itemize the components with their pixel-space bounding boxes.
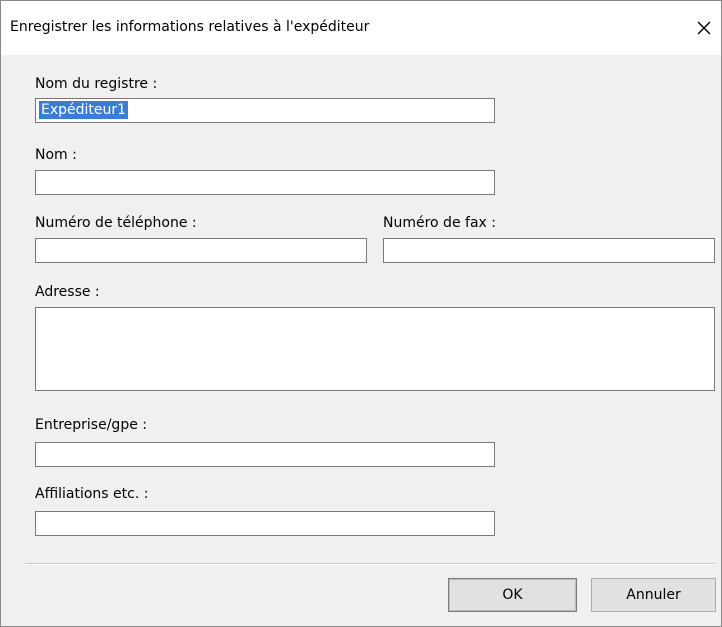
registry-name-input[interactable]: Expéditeur1 [35, 98, 495, 123]
fax-input[interactable] [383, 238, 715, 263]
company-label: Entreprise/gpe : [35, 417, 147, 433]
phone-input[interactable] [35, 238, 367, 263]
close-button[interactable] [689, 13, 719, 43]
sender-info-dialog: Enregistrer les informations relatives à… [0, 0, 722, 627]
address-label: Adresse : [35, 284, 100, 300]
name-input[interactable] [35, 170, 495, 195]
affiliations-label: Affiliations etc. : [35, 486, 149, 502]
affiliations-input[interactable] [35, 511, 495, 536]
close-icon [697, 21, 711, 35]
cancel-button[interactable]: Annuler [591, 578, 716, 612]
title-bar: Enregistrer les informations relatives à… [1, 1, 721, 55]
phone-label: Numéro de téléphone : [35, 215, 197, 231]
name-label: Nom : [35, 147, 77, 163]
dialog-title: Enregistrer les informations relatives à… [10, 19, 370, 35]
fax-label: Numéro de fax : [383, 215, 496, 231]
company-input[interactable] [35, 442, 495, 467]
ok-button[interactable]: OK [448, 578, 577, 612]
registry-name-value: Expéditeur1 [39, 101, 129, 119]
footer-separator [25, 563, 715, 565]
registry-name-label: Nom du registre : [35, 76, 158, 92]
address-textarea[interactable] [35, 307, 715, 391]
